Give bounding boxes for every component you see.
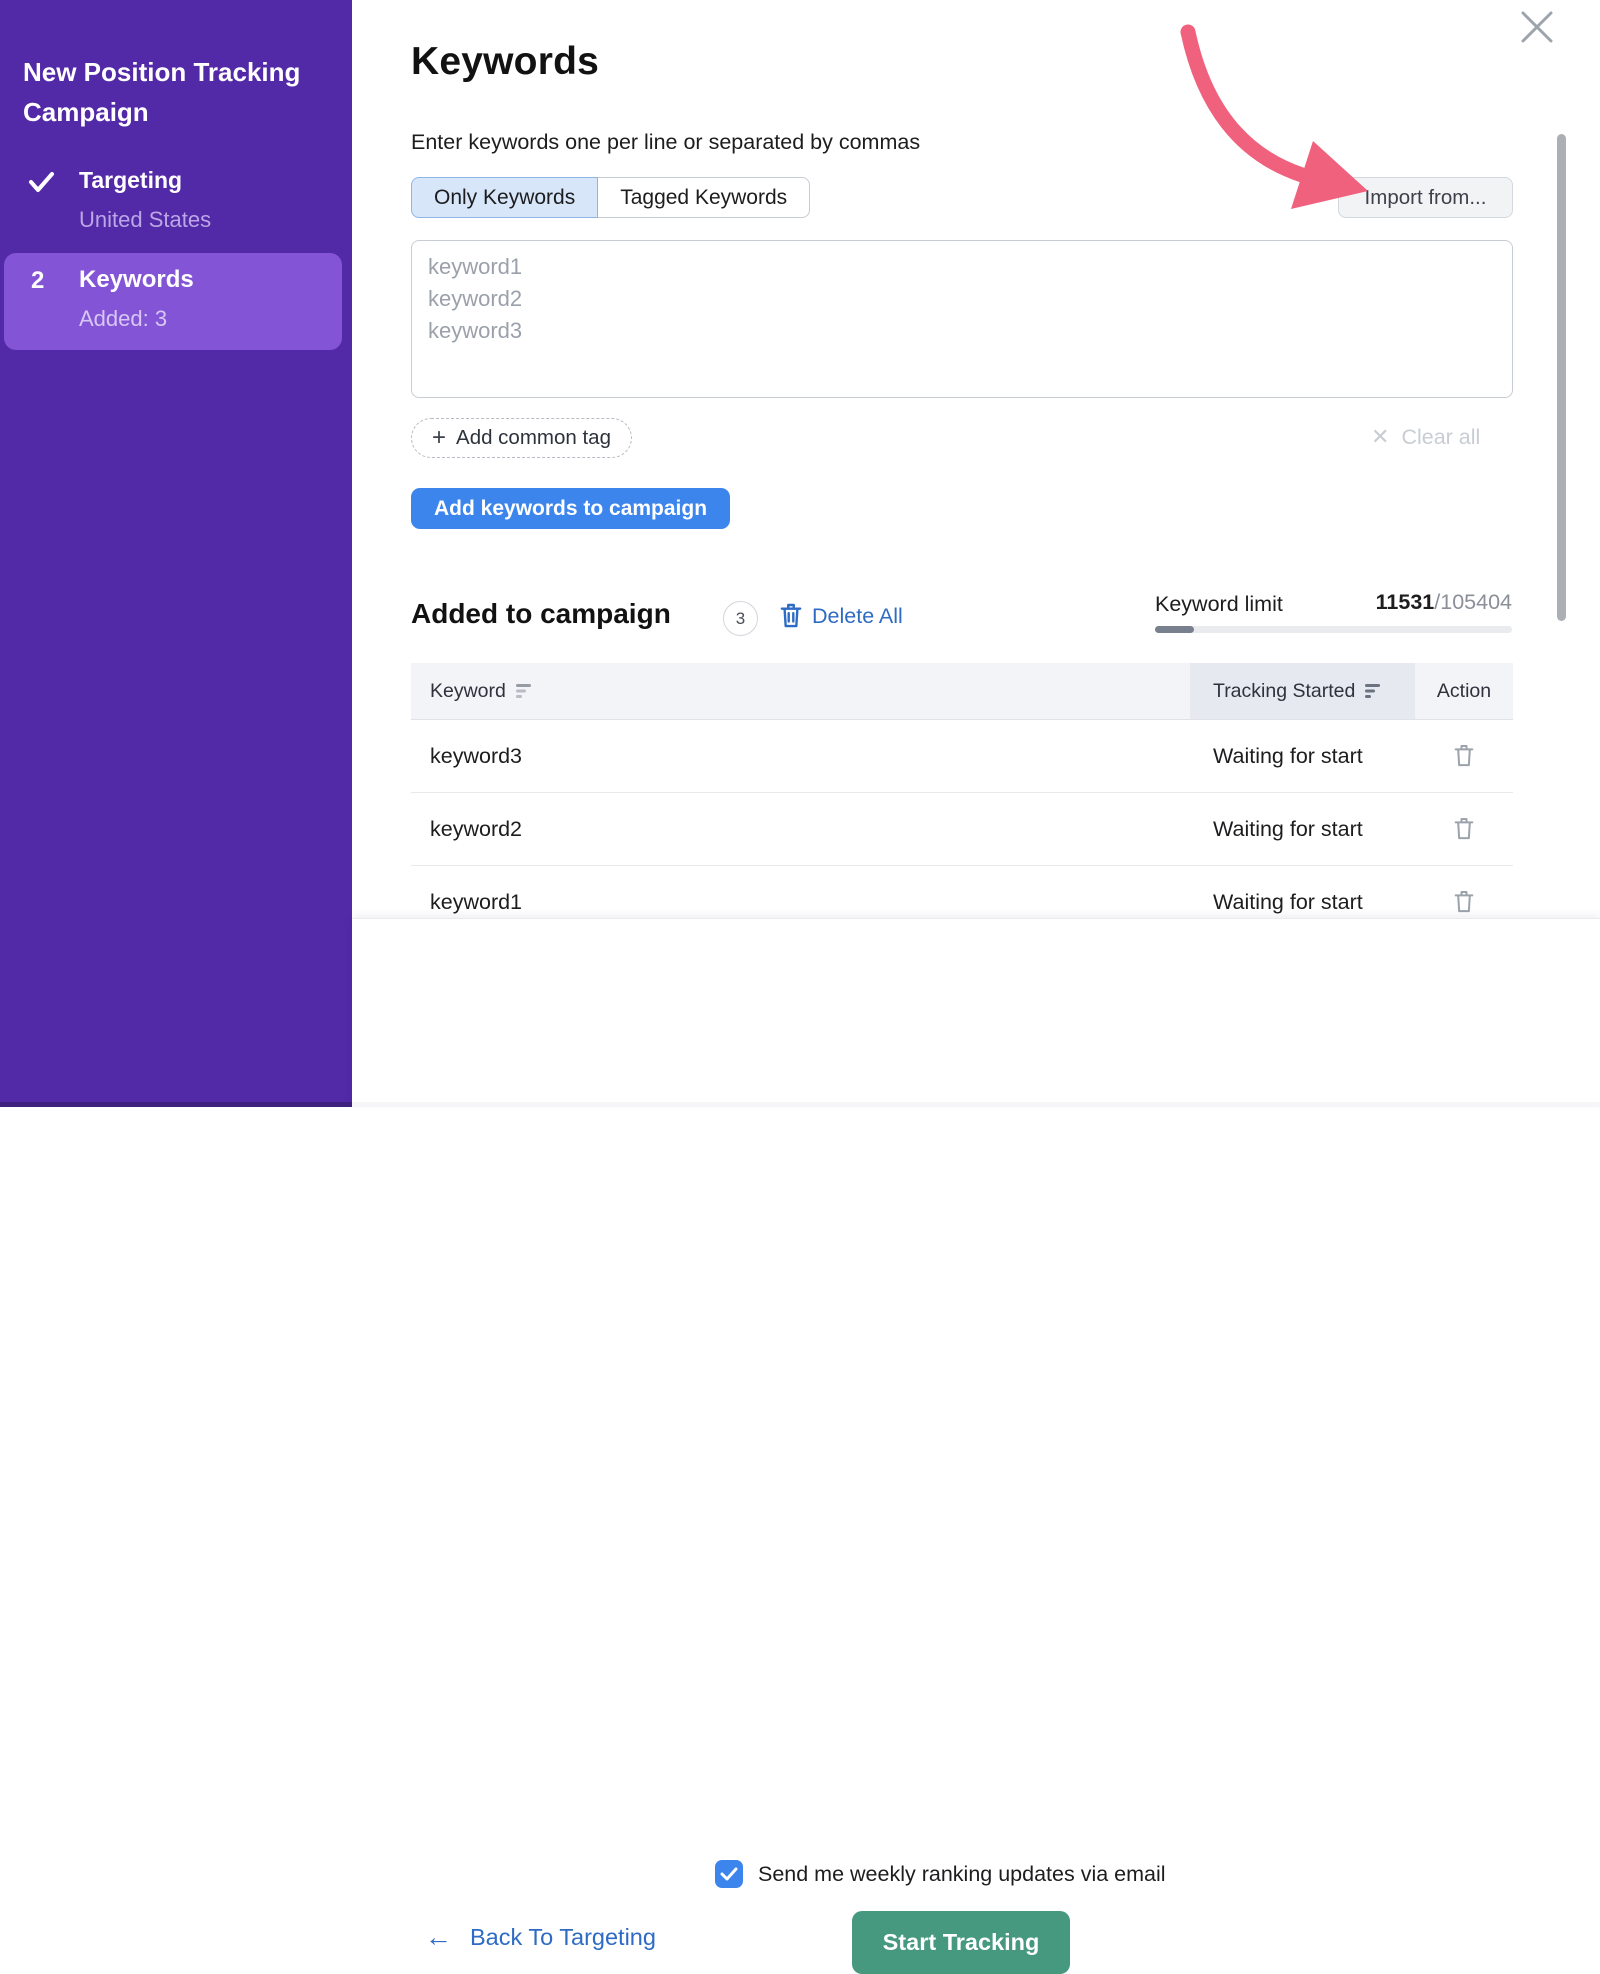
keywords-mode-tabs: Only Keywords Tagged Keywords (411, 177, 810, 218)
clear-x-icon: ✕ (1371, 424, 1389, 450)
trash-icon (780, 603, 802, 629)
sort-icon (1365, 684, 1382, 698)
keyword-limit-used: 11531 (1376, 590, 1435, 614)
sort-icon (516, 684, 533, 698)
keyword-cell: keyword2 (411, 817, 1190, 842)
sidebar-step-keywords-label: Keywords (79, 266, 194, 294)
email-updates-checkbox[interactable] (715, 1860, 743, 1888)
back-arrow-icon: ← (425, 1924, 452, 1951)
add-common-tag-button[interactable]: + Add common tag (411, 418, 632, 458)
checkbox-check-icon (720, 1867, 738, 1881)
wizard-title: New Position Tracking Campaign (23, 52, 333, 132)
delete-row-icon[interactable] (1454, 890, 1474, 914)
table-row: keyword2 Waiting for start (411, 793, 1513, 866)
table-header: Keyword Tracking Started (411, 663, 1513, 720)
keyword-cell: keyword3 (411, 744, 1190, 769)
sidebar-step-keywords-value: Added: 3 (79, 306, 167, 332)
vertical-scrollbar[interactable] (1557, 134, 1566, 621)
clear-all-label: Clear all (1401, 425, 1480, 450)
status-cell: Waiting for start (1190, 744, 1415, 769)
table-row: keyword3 Waiting for start (411, 720, 1513, 793)
added-to-campaign-title: Added to campaign (411, 598, 671, 630)
action-cell (1415, 817, 1513, 841)
column-header-keyword[interactable]: Keyword (411, 680, 1190, 703)
wizard-footer: Send me weekly ranking updates via email… (352, 918, 1600, 1107)
keyword-limit-fill (1155, 626, 1194, 633)
action-cell (1415, 890, 1513, 914)
sidebar-bottom-edge (0, 1102, 352, 1107)
status-cell: Waiting for start (1190, 817, 1415, 842)
keywords-table: Keyword Tracking Started (411, 663, 1513, 918)
action-cell (1415, 744, 1513, 768)
sidebar-step-targeting[interactable]: Targeting (79, 167, 182, 194)
delete-all-label: Delete All (812, 604, 903, 629)
wizard-sidebar: New Position Tracking Campaign Targeting… (0, 0, 352, 1107)
keywords-hint-text: Enter keywords one per line or separated… (411, 130, 920, 155)
start-tracking-button[interactable]: Start Tracking (852, 1911, 1070, 1974)
back-to-targeting-link[interactable]: ← Back To Targeting (425, 1924, 656, 1951)
keywords-panel: Keywords Enter keywords one per line or … (352, 0, 1600, 1107)
delete-all-button[interactable]: Delete All (780, 603, 903, 629)
email-updates-checkbox-row[interactable]: Send me weekly ranking updates via email (715, 1860, 1166, 1888)
keyword-limit-progressbar (1155, 626, 1512, 633)
status-cell: Waiting for start (1190, 890, 1415, 915)
close-icon[interactable] (1518, 8, 1556, 46)
keyword-limit-values: 11531/105404 (1155, 590, 1512, 615)
delete-row-icon[interactable] (1454, 744, 1474, 768)
check-icon (28, 170, 55, 194)
clear-all-button[interactable]: ✕ Clear all (1371, 424, 1480, 450)
step-number: 2 (31, 267, 44, 295)
import-from-button[interactable]: Import from... (1338, 177, 1513, 218)
main-bottom-edge (352, 1102, 1600, 1107)
column-header-tracking-started[interactable]: Tracking Started (1190, 663, 1415, 719)
add-common-tag-label: Add common tag (456, 426, 611, 450)
sidebar-step-targeting-value: United States (79, 207, 211, 233)
keyword-cell: keyword1 (411, 890, 1190, 915)
add-keywords-to-campaign-button[interactable]: Add keywords to campaign (411, 488, 730, 529)
new-position-tracking-modal: New Position Tracking Campaign Targeting… (0, 0, 1600, 1107)
email-updates-label: Send me weekly ranking updates via email (758, 1862, 1166, 1887)
keyword-limit-total: 105404 (1440, 590, 1512, 614)
table-row: keyword1 Waiting for start (411, 866, 1513, 918)
plus-icon: + (432, 426, 446, 450)
added-count-badge: 3 (723, 601, 758, 636)
column-header-action: Action (1415, 680, 1513, 703)
page-title: Keywords (411, 40, 599, 84)
keywords-input[interactable] (411, 240, 1513, 398)
sidebar-step-keywords[interactable]: 2 Keywords Added: 3 (4, 253, 342, 350)
tab-only-keywords[interactable]: Only Keywords (411, 177, 598, 218)
back-to-targeting-label: Back To Targeting (470, 1924, 656, 1951)
delete-row-icon[interactable] (1454, 817, 1474, 841)
tab-tagged-keywords[interactable]: Tagged Keywords (598, 177, 810, 218)
